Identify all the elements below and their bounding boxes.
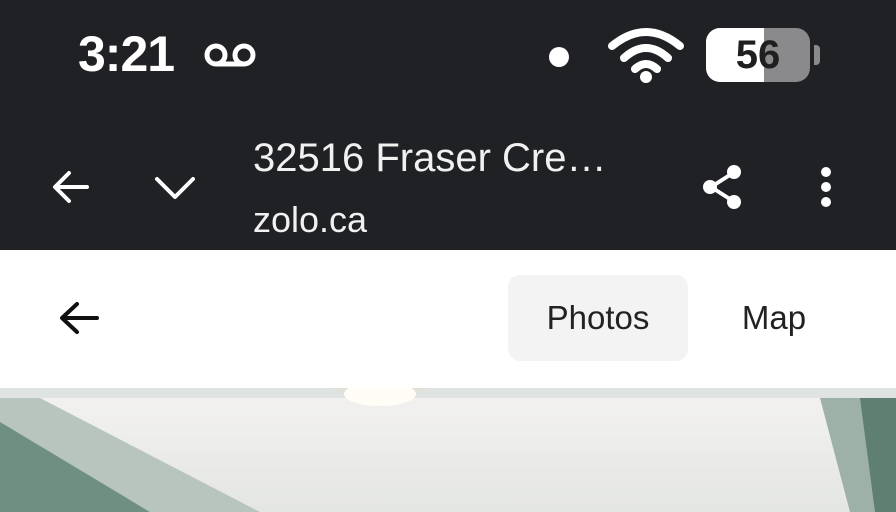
share-icon [703,165,741,209]
voicemail-icon [204,43,256,67]
battery-tip [814,45,820,65]
status-bar: 3:21 56 [0,0,896,112]
share-button[interactable] [698,162,746,212]
notification-dot-icon [549,47,569,67]
page-domain: zolo.ca [253,199,368,240]
listing-photo[interactable] [0,388,896,512]
more-options-button[interactable] [808,164,844,210]
listing-photo-image [0,388,896,512]
tab-map[interactable]: Map [710,275,838,361]
more-vertical-icon [821,167,831,207]
status-time: 3:21 [78,26,175,82]
battery-level: 56 [735,33,781,77]
browser-back-button[interactable] [48,164,94,210]
back-arrow-icon [60,302,99,334]
tab-photos[interactable]: Photos [508,275,688,361]
page-title: 32516 Fraser Cre… [253,136,607,180]
back-arrow-icon [53,171,89,203]
site-header: Photos Map [0,250,896,388]
gallery-back-button[interactable] [54,296,104,340]
battery-body: 56 [706,28,810,82]
wifi-icon [608,28,684,83]
chevron-down-icon [155,177,195,199]
collapse-button[interactable] [152,167,198,207]
battery-icon: 56 [706,28,820,82]
browser-toolbar: 32516 Fraser Cre… zolo.ca [0,112,896,250]
